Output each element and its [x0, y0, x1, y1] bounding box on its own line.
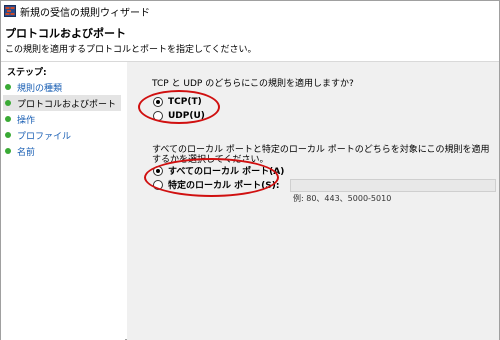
- specific-ports-radio-label: 特定のローカル ポート(S):: [168, 181, 280, 191]
- sidebar-item-rule-type[interactable]: 規則の種類: [3, 79, 121, 95]
- sidebar-item-label: 名前: [17, 147, 36, 158]
- page-description: この規則を適用するプロトコルとポートを指定してください。: [5, 45, 257, 55]
- protocol-question: TCP と UDP のどちらにこの規則を適用しますか?: [152, 79, 354, 89]
- window-title: 新規の受信の規則ウィザード: [20, 7, 150, 19]
- steps-label: ステップ:: [7, 68, 47, 78]
- step-bullet-icon: [5, 132, 11, 138]
- wizard-window: 新規の受信の規則ウィザード プロトコルおよびポート この規則を適用するプロトコル…: [0, 0, 500, 340]
- sidebar-item-label: プロファイル: [17, 131, 72, 142]
- tcp-radio[interactable]: TCP(T): [153, 95, 202, 108]
- step-bullet-icon: [5, 116, 11, 122]
- sidebar-item-protocol-ports[interactable]: プロトコルおよびポート: [3, 95, 121, 111]
- radio-unchecked-icon: [153, 179, 163, 190]
- step-bullet-icon: [5, 148, 11, 154]
- all-ports-radio-label: すべてのローカル ポート(A): [168, 167, 285, 177]
- port-question: すべてのローカル ポートと特定のローカル ポートのどちらを対象にこの規則を適用す…: [152, 145, 490, 165]
- all-ports-radio[interactable]: すべてのローカル ポート(A): [153, 164, 284, 177]
- tcp-radio-label: TCP(T): [168, 96, 202, 107]
- specific-ports-input[interactable]: [290, 179, 496, 192]
- step-bullet-icon: [5, 84, 11, 90]
- steps-sidebar: ステップ: 規則の種類 プロトコルおよびポート 操作 プロファイル 名前: [1, 62, 125, 340]
- radio-checked-icon: [153, 165, 163, 176]
- sidebar-item-profile[interactable]: プロファイル: [3, 127, 121, 143]
- title-bar: 新規の受信の規則ウィザード: [1, 1, 499, 21]
- step-bullet-icon: [5, 100, 11, 106]
- udp-radio[interactable]: UDP(U): [153, 109, 205, 122]
- port-example-hint: 例: 80、443、5000-5010: [293, 194, 392, 203]
- sidebar-item-name[interactable]: 名前: [3, 143, 121, 159]
- sidebar-item-label: プロトコルおよびポート: [17, 99, 117, 110]
- udp-radio-label: UDP(U): [168, 110, 205, 121]
- sidebar-item-label: 操作: [17, 115, 36, 126]
- radio-checked-icon: [153, 96, 163, 107]
- wizard-header: プロトコルおよびポート この規則を適用するプロトコルとポートを指定してください。: [1, 21, 499, 61]
- sidebar-item-label: 規則の種類: [17, 83, 63, 94]
- page-title: プロトコルおよびポート: [5, 27, 126, 40]
- sidebar-item-action[interactable]: 操作: [3, 111, 121, 127]
- firewall-icon: [4, 5, 16, 17]
- specific-ports-radio[interactable]: 特定のローカル ポート(S):: [153, 178, 279, 191]
- radio-unchecked-icon: [153, 110, 163, 121]
- main-panel: TCP と UDP のどちらにこの規則を適用しますか? TCP(T) UDP(U…: [127, 62, 499, 340]
